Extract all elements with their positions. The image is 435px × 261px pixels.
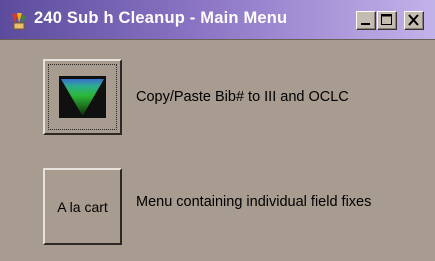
close-button[interactable]: [404, 11, 424, 30]
close-icon: [408, 14, 419, 26]
window-title: 240 Sub h Cleanup - Main Menu: [34, 9, 288, 27]
main-menu-window: 240 Sub h Cleanup - Main Menu Copy/Paste…: [0, 0, 435, 261]
copy-paste-bib-description: Copy/Paste Bib# to III and OCLC: [136, 89, 349, 105]
minimize-icon: [361, 23, 370, 25]
copy-paste-bib-button[interactable]: [43, 59, 122, 135]
a-la-cart-description: Menu containing individual field fixes: [136, 194, 372, 210]
minimize-button[interactable]: [356, 11, 376, 30]
a-la-cart-button[interactable]: A la cart: [43, 168, 122, 245]
green-triangle-icon: [59, 76, 106, 118]
maximize-button[interactable]: [377, 11, 397, 30]
maximize-icon: [381, 14, 392, 25]
title-bar[interactable]: 240 Sub h Cleanup - Main Menu: [0, 0, 435, 40]
app-icon[interactable]: [9, 11, 29, 31]
